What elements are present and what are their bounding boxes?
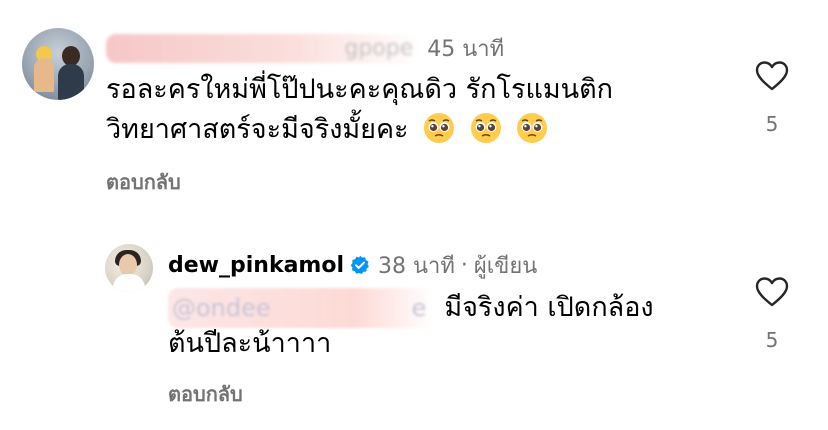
like-control: 5 — [752, 60, 792, 136]
verified-badge-icon — [350, 255, 369, 275]
comment-text: รอละครใหม่พี่โป๊ปนะคะคุณดิว รักโรแมนติก … — [106, 70, 726, 150]
commenter-username-visible: gpope — [344, 35, 414, 61]
heart-icon[interactable] — [755, 276, 789, 308]
comment-text-line-2: วิทยาศาสตร์จะมีจริงมั้ยคะ — [106, 110, 726, 150]
mention-username-suffix: e — [411, 294, 427, 322]
comment-item: xxxxxxxxxxxxxxxxxxgpope 45 นาที รอละครให… — [0, 0, 828, 210]
comment-text-line: รอละครใหม่พี่โป๊ปนะคะคุณดิว รักโรแมนติก — [106, 74, 613, 105]
avatar-figure — [34, 58, 54, 92]
reply-button[interactable]: ตอบกลับ — [106, 166, 181, 198]
reply-text-line: ต้นปีละน้าาาา — [168, 328, 332, 359]
comment-thread: xxxxxxxxxxxxxxxxxxgpope 45 นาที รอละครให… — [0, 0, 828, 430]
pleading-face-emoji-icon — [517, 113, 548, 143]
comment-timestamp: 45 นาที — [427, 36, 505, 62]
author-badge-label: ผู้เขียน — [473, 253, 538, 279]
avatar-face — [119, 254, 137, 276]
avatar-shirt — [113, 274, 145, 292]
like-count: 5 — [765, 328, 779, 352]
heart-icon[interactable] — [755, 60, 789, 92]
avatar-figure — [58, 64, 84, 100]
commenter-username-blurred[interactable]: xxxxxxxxxxxxxxxxxxgpope — [106, 33, 422, 63]
author-avatar[interactable] — [105, 244, 153, 292]
avatar-figure-head — [62, 46, 80, 66]
comment-header: xxxxxxxxxxxxxxxxxxgpope 45 นาที — [106, 30, 504, 66]
reply-text-line: @ondeexxxxxxxxxxe มีจริงค่า เปิดกล้อง — [168, 288, 654, 328]
author-username[interactable]: dew_pinkamol — [168, 253, 344, 278]
pleading-face-emoji-icon — [424, 113, 455, 143]
like-count: 5 — [765, 112, 779, 136]
separator-dot: · — [460, 252, 468, 278]
like-control: 5 — [752, 276, 792, 352]
commenter-avatar[interactable] — [22, 28, 94, 100]
mention-username-visible: @ondee — [172, 294, 271, 322]
pleading-face-emoji-icon — [470, 113, 501, 143]
reply-text: มีจริงค่า เปิดกล้อง — [444, 292, 654, 323]
reply-button[interactable]: ตอบกลับ — [168, 378, 243, 410]
comment-text-line: วิทยาศาสตร์จะมีจริงมั้ยคะ — [106, 114, 409, 145]
mention-blurred[interactable]: @ondeexxxxxxxxxxe — [168, 288, 435, 328]
reply-timestamp: 38 นาที — [378, 253, 455, 279]
reply-header: dew_pinkamol 38 นาที · ผู้เขียน — [168, 250, 537, 280]
